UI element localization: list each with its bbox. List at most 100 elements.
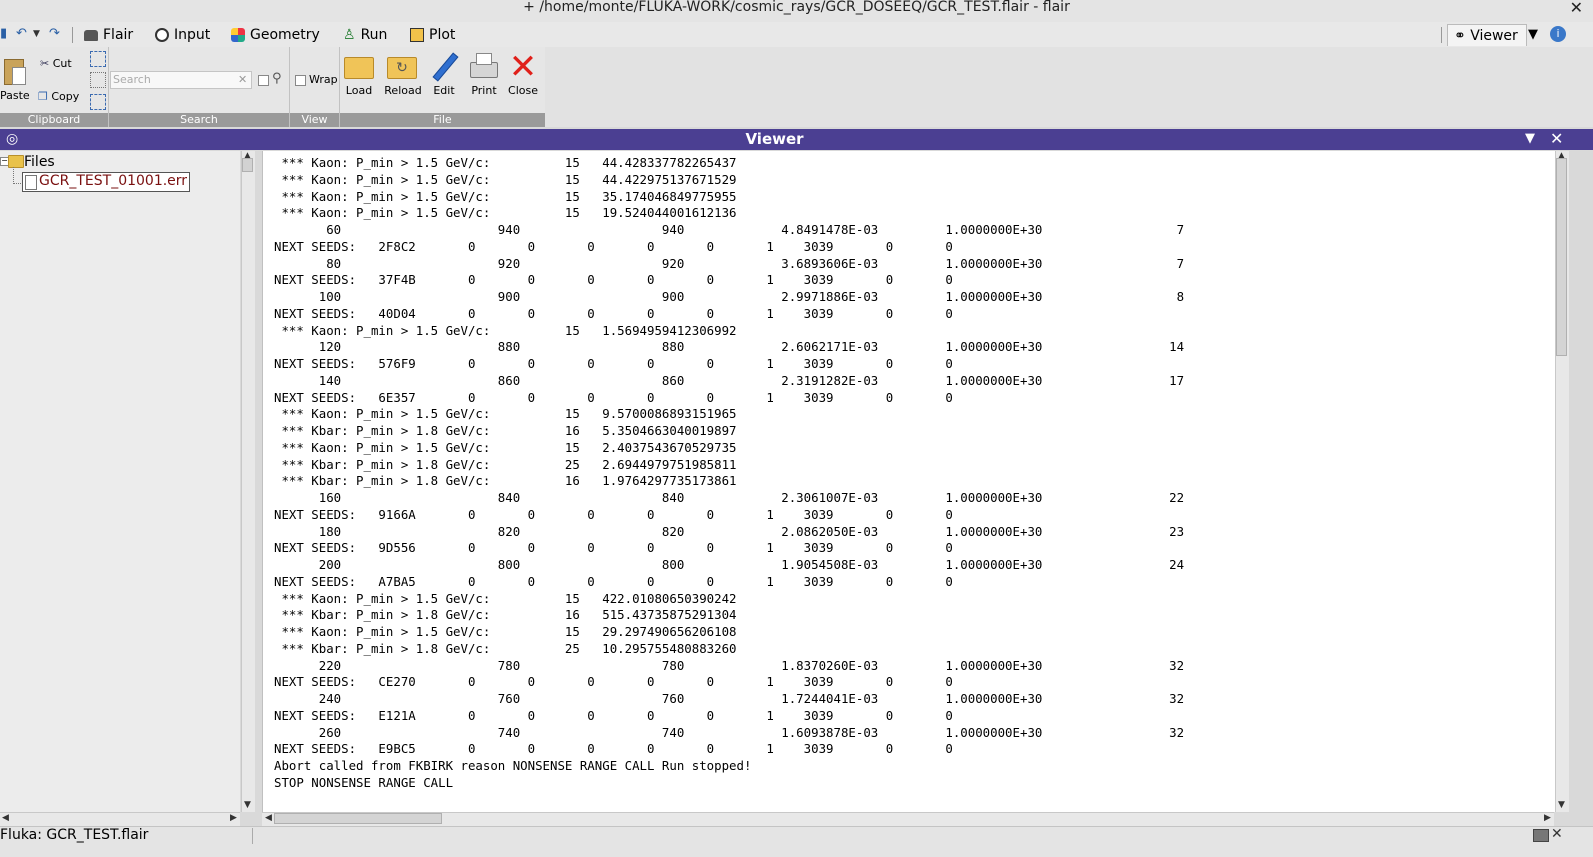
chevron-down-icon[interactable]: ▼	[1528, 27, 1538, 42]
scroll-right-icon[interactable]: ▶	[1544, 813, 1551, 823]
copy-icon: ❐	[38, 90, 48, 103]
status-bar	[0, 826, 1593, 857]
log-content: *** Kaon: P_min > 1.5 GeV/c: 15 44.42833…	[274, 155, 1544, 792]
log-line: *** Kaon: P_min > 1.5 GeV/c: 15 44.42297…	[274, 171, 737, 187]
wrap-checkbox[interactable]	[295, 75, 306, 86]
log-line: 100 900 900 2.9971886E-03 1.0000000E+30 …	[274, 289, 1185, 304]
log-line: *** Kbar: P_min > 1.8 GeV/c: 16 1.976429…	[274, 473, 737, 489]
tree-scroll-thumb[interactable]	[242, 158, 253, 172]
window-close-button[interactable]: ✕	[1570, 0, 1583, 17]
log-line: NEXT SEEDS: 40D04 0 0 0 0 0 1 3039 0 0	[274, 305, 953, 321]
window-title: + /home/monte/FLUKA-WORK/cosmic_rays/GCR…	[523, 0, 1070, 15]
log-line: NEXT SEEDS: 9166A 0 0 0 0 0 1 3039 0 0	[274, 506, 953, 522]
log-line: *** Kaon: P_min > 1.5 GeV/c: 15 2.403754…	[274, 439, 737, 455]
menu-plot-label: Plot	[429, 27, 456, 43]
log-line: NEXT SEEDS: 576F9 0 0 0 0 0 1 3039 0 0	[274, 356, 953, 371]
search-icon[interactable]: ⚲	[272, 71, 282, 86]
text-hscroll-thumb[interactable]	[274, 813, 442, 824]
redo-icon[interactable]: ↷	[49, 27, 61, 41]
status-separator	[252, 828, 253, 844]
help-icon[interactable]: i	[1550, 26, 1566, 42]
log-line: *** Kaon: P_min > 1.5 GeV/c: 15 29.29749…	[274, 624, 737, 639]
undo-dropdown-icon[interactable]: ▼	[33, 27, 45, 41]
load-label: Load	[345, 84, 373, 97]
clear-search-icon[interactable]: ✕	[238, 73, 247, 86]
log-line: NEXT SEEDS: 9D556 0 0 0 0 0 1 3039 0 0	[274, 540, 953, 556]
log-line: NEXT SEEDS: 2F8C2 0 0 0 0 0 1 3039 0 0	[274, 238, 953, 254]
log-line: 240 760 760 1.7244041E-03 1.0000000E+30 …	[274, 691, 1185, 706]
toolbar-separator	[1441, 27, 1442, 43]
log-line: *** Kaon: P_min > 1.5 GeV/c: 15 422.0108…	[274, 590, 737, 606]
scroll-left-icon[interactable]: ◀	[265, 813, 272, 823]
log-line: *** Kaon: P_min > 1.5 GeV/c: 15 1.569495…	[274, 322, 737, 338]
search-case-checkbox[interactable]	[258, 75, 269, 86]
close-button[interactable]: ✕	[508, 50, 538, 84]
log-line: *** Kbar: P_min > 1.8 GeV/c: 25 2.694497…	[274, 456, 737, 472]
log-line: *** Kaon: P_min > 1.5 GeV/c: 15 9.570008…	[274, 406, 737, 422]
tree-vertical-scrollbar[interactable]	[241, 151, 255, 812]
edit-button[interactable]	[430, 52, 460, 82]
reload-button[interactable]: ↻	[387, 53, 417, 81]
log-line: NEXT SEEDS: 6E357 0 0 0 0 0 1 3039 0 0	[274, 389, 953, 405]
cut-label: Cut	[52, 57, 72, 70]
tools-icon[interactable]: ✕	[1551, 826, 1563, 842]
log-line: 120 880 880 2.6062171E-03 1.0000000E+30 …	[274, 339, 1185, 355]
tree-horizontal-scrollbar[interactable]	[0, 812, 240, 826]
tree-root-files[interactable]: Files	[24, 154, 55, 170]
load-button[interactable]	[344, 53, 374, 81]
cut-button[interactable]: ✂ Cut	[40, 57, 72, 70]
log-line: NEXT SEEDS: E121A 0 0 0 0 0 1 3039 0 0	[274, 707, 953, 723]
menu-geometry-label: Geometry	[250, 27, 320, 43]
paste-button[interactable]	[2, 57, 26, 87]
file-tree-panel	[0, 151, 240, 812]
select-none-icon[interactable]	[90, 72, 106, 88]
tab-viewer[interactable]: ⚭ Viewer	[1447, 24, 1527, 46]
print-label: Print	[471, 84, 497, 97]
log-line: NEXT SEEDS: 37F4B 0 0 0 0 0 1 3039 0 0	[274, 272, 953, 288]
save-icon[interactable]: ▮	[0, 27, 12, 41]
log-line: *** Kaon: P_min > 1.5 GeV/c: 15 35.17404…	[274, 188, 737, 204]
log-line: 80 920 920 3.6893606E-03 1.0000000E+30 7	[274, 255, 1185, 271]
print-button[interactable]	[468, 53, 500, 81]
scroll-down-icon[interactable]: ▼	[1558, 800, 1565, 810]
edit-icon	[432, 52, 459, 82]
search-input[interactable]: Search	[110, 71, 252, 89]
load-icon	[344, 57, 374, 79]
log-line: Abort called from FKBIRK reason NONSENSE…	[274, 758, 752, 773]
text-scroll-thumb[interactable]	[1556, 158, 1567, 356]
log-line: 60 940 940 4.8491478E-03 1.0000000E+30 7	[274, 222, 1185, 237]
viewer-menu-icon[interactable]: ▼	[1525, 131, 1535, 146]
invert-selection-icon[interactable]	[90, 94, 106, 110]
menu-input[interactable]: Input	[155, 26, 210, 44]
wrap-label: Wrap	[309, 73, 338, 86]
log-line: 140 860 860 2.3191282E-03 1.0000000E+30 …	[274, 372, 1185, 388]
log-line: *** Kaon: P_min > 1.5 GeV/c: 15 19.52404…	[274, 205, 737, 221]
log-line: 180 820 820 2.0862050E-03 1.0000000E+30 …	[274, 523, 1185, 539]
menu-geometry[interactable]: Geometry	[231, 26, 320, 44]
undo-icon[interactable]: ↶	[16, 27, 28, 41]
keyboard-icon[interactable]	[1533, 829, 1549, 842]
log-line: 260 740 740 1.6093878E-03 1.0000000E+30 …	[274, 724, 1185, 740]
flair-icon	[84, 29, 98, 41]
log-line: *** Kaon: P_min > 1.5 GeV/c: 15 44.42833…	[274, 155, 737, 170]
pin-icon[interactable]: ◎	[6, 131, 18, 147]
log-line: *** Kbar: P_min > 1.8 GeV/c: 16 515.4373…	[274, 607, 737, 623]
text-horizontal-scrollbar[interactable]	[262, 812, 1554, 826]
scroll-left-icon[interactable]: ◀	[2, 813, 9, 823]
select-all-icon[interactable]	[90, 51, 106, 67]
menu-flair-label: Flair	[103, 27, 134, 43]
scroll-down-icon[interactable]: ▼	[244, 800, 251, 810]
copy-button[interactable]: ❐ Copy	[38, 90, 79, 103]
cut-icon: ✂	[40, 57, 50, 70]
menu-flair[interactable]: Flair	[84, 26, 133, 44]
tree-item-file-label: GCR_TEST_01001.err	[39, 173, 188, 189]
scroll-right-icon[interactable]: ▶	[230, 813, 237, 823]
edit-label: Edit	[433, 84, 455, 97]
menu-run[interactable]: ♙ Run	[343, 26, 387, 44]
log-line: STOP NONSENSE RANGE CALL	[274, 774, 454, 790]
menu-run-label: Run	[360, 27, 388, 43]
reload-icon: ↻	[387, 57, 417, 79]
menu-plot[interactable]: Plot	[410, 26, 455, 44]
group-label-file: File	[340, 113, 545, 127]
viewer-close-icon[interactable]: ✕	[1550, 129, 1563, 148]
